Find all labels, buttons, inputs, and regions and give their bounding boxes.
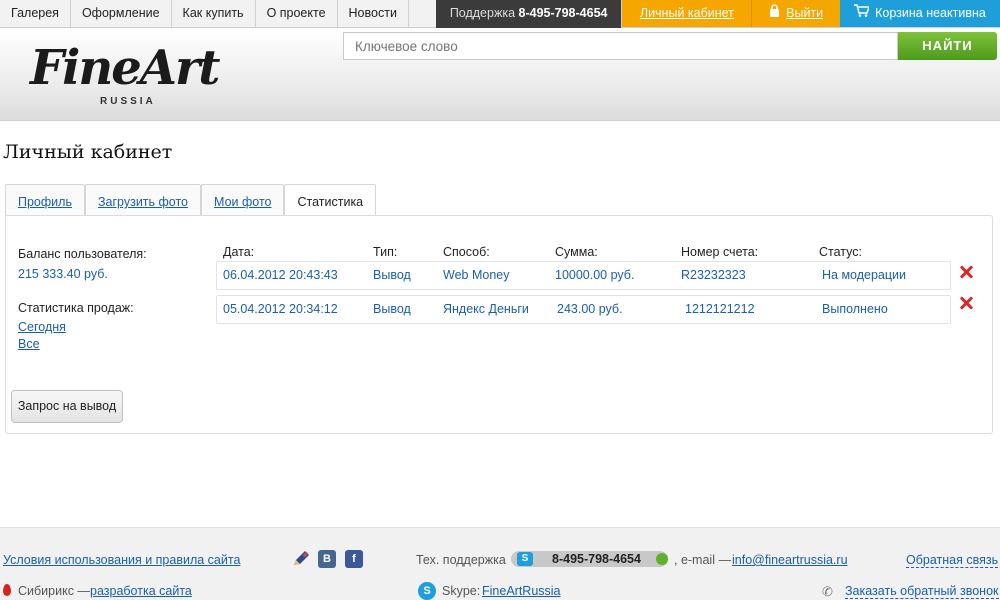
feedback-link[interactable]: Обратная связь [906, 553, 999, 568]
sibirix-icon [3, 584, 11, 596]
terms-link[interactable]: Условия использования и правила сайта [3, 553, 240, 567]
column-header-type: Тип: [373, 245, 398, 259]
row-method: Web Money [443, 268, 510, 282]
tab-statistics[interactable]: Статистика [284, 184, 377, 217]
row-method: Яндекс Деньги [443, 302, 529, 316]
personal-cabinet-link[interactable]: Личный кабинет [622, 0, 752, 27]
row-type: Вывод [373, 268, 411, 282]
cart-button[interactable]: Корзина неактивна [839, 0, 1000, 27]
skype-link[interactable]: FineArtRussia [482, 584, 561, 598]
nav-item-about[interactable]: О проекте [256, 0, 338, 28]
skype-label: Skype: [442, 584, 481, 598]
column-header-status: Статус: [819, 245, 862, 259]
nav-item-gallery[interactable]: Галерея [0, 0, 71, 28]
tab-upload-photo[interactable]: Загрузить фото [84, 184, 202, 216]
lock-icon [769, 0, 780, 27]
email-link[interactable]: info@fineartrussia.ru [732, 553, 848, 567]
logout-button[interactable]: Выйти [751, 0, 840, 27]
logout-label: Выйти [786, 6, 824, 20]
page-title: Личный кабинет [3, 141, 173, 163]
nav-item-news[interactable]: Новости [338, 0, 409, 28]
column-header-account: Номер счета: [681, 245, 759, 259]
delete-icon[interactable] [959, 296, 973, 310]
support-label: Поддержка [449, 6, 516, 20]
row-account: 1212121212 [685, 302, 755, 316]
tab-profile[interactable]: Профиль [5, 184, 85, 216]
nav-item-design[interactable]: Оформление [71, 0, 172, 28]
support-phone-block: Поддержка 8-495-798-4654 [435, 0, 623, 28]
link-today[interactable]: Сегодня [18, 320, 66, 334]
search-button[interactable]: НАЙТИ [898, 32, 997, 60]
search-input[interactable] [343, 32, 898, 60]
logo-wordmark: FineArt [30, 40, 220, 96]
logo-subtitle: RUSSIA [100, 96, 156, 107]
email-label: , e-mail — [674, 553, 731, 567]
developer-label: Сибирикс — [18, 584, 90, 598]
balance-label: Баланс пользователя: [18, 247, 147, 261]
facebook-icon[interactable]: f [345, 550, 363, 568]
developer-link[interactable]: разработка сайта [90, 584, 192, 598]
nav-item-how-to-buy[interactable]: Как купить [172, 0, 256, 28]
profile-tabs: Профиль Загрузить фото Мои фото Статисти… [5, 184, 377, 217]
top-navigation: Галерея Оформление Как купить О проекте … [0, 0, 1000, 28]
column-header-date: Дата: [223, 245, 255, 259]
row-status: На модерации [822, 268, 906, 282]
link-all[interactable]: Все [18, 337, 40, 351]
row-date: 06.04.2012 20:43:43 [223, 268, 338, 282]
callback-link[interactable]: Заказать обратный звонок [845, 584, 999, 599]
row-amount: 243.00 руб. [557, 302, 623, 316]
balance-value: 215 333.40 руб. [18, 267, 108, 281]
footer-support-phone: 8-495-798-4654 [552, 552, 641, 566]
support-phone: 8-495-798-4654 [518, 6, 608, 20]
skype-icon[interactable]: S [517, 552, 533, 566]
vk-icon[interactable]: B [318, 550, 336, 568]
tab-my-photos[interactable]: Мои фото [201, 184, 285, 216]
column-header-amount: Сумма: [555, 245, 598, 259]
cart-icon [854, 0, 871, 27]
skype-icon: S [418, 582, 436, 600]
row-type: Вывод [373, 302, 411, 316]
delete-icon[interactable] [959, 265, 973, 279]
site-logo[interactable]: FineArt RUSSIA [28, 40, 238, 112]
cart-label: Корзина неактивна [875, 6, 986, 20]
row-account: R23232323 [681, 268, 746, 282]
row-date: 05.04.2012 20:34:12 [223, 302, 338, 316]
row-status: Выполнено [822, 302, 888, 316]
column-header-method: Способ: [443, 245, 490, 259]
phone-icon: ✆ [822, 584, 833, 599]
withdraw-request-button[interactable]: Запрос на вывод [11, 390, 123, 423]
pen-icon[interactable] [291, 549, 311, 569]
online-status-icon [656, 553, 668, 565]
sales-stats-label: Статистика продаж: [18, 301, 134, 315]
row-amount: 10000.00 руб. [555, 268, 635, 282]
tech-support-label: Тех. поддержка [416, 553, 506, 567]
